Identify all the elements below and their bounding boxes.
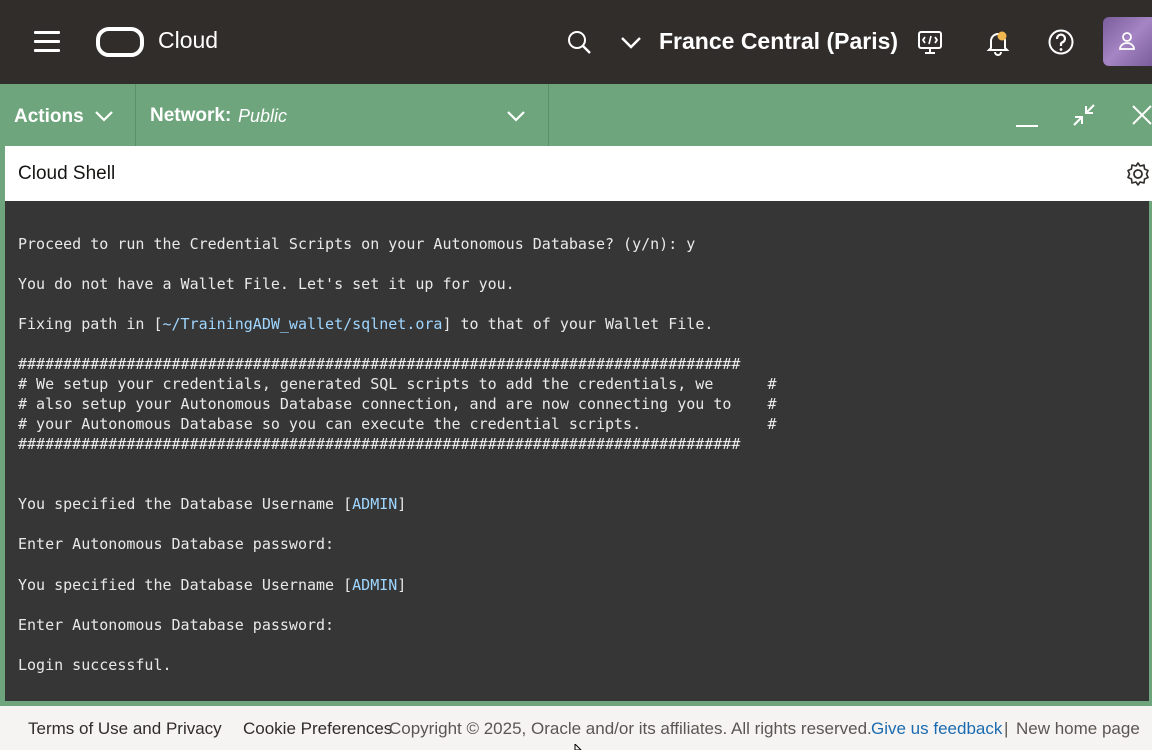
- copyright-text: Copyright © 2025, Oracle and/or its affi…: [389, 719, 872, 738]
- search-icon[interactable]: [566, 29, 592, 55]
- terminal-line: Enter Autonomous Database password:: [18, 535, 335, 553]
- cloud-shell-toolbar: Actions Network: Public: [0, 84, 1152, 146]
- terminal-line: You specified the Database Username [ADM…: [18, 495, 407, 513]
- cloud-shell-title: Cloud Shell: [18, 163, 116, 184]
- gear-icon[interactable]: [1125, 161, 1151, 187]
- terminal-line: You do not have a Wallet File. Let's set…: [18, 275, 515, 293]
- footer-separator: |: [1004, 719, 1009, 738]
- hamburger-menu-icon[interactable]: [34, 31, 60, 53]
- network-value: Public: [238, 106, 288, 126]
- terminal-line: ########################################…: [18, 435, 741, 453]
- region-selector[interactable]: France Central (Paris): [659, 28, 898, 55]
- terminal-line: You specified the Database Username [ADM…: [18, 576, 407, 594]
- terminal-line: Enter Autonomous Database password:: [18, 616, 335, 634]
- terminal-line: # We setup your credentials, generated S…: [18, 375, 777, 393]
- terminal-line: Fixing path in [~/TrainingADW_wallet/sql…: [18, 315, 714, 333]
- network-label: Network:: [150, 105, 232, 126]
- cloud-shell-icon[interactable]: [916, 28, 944, 56]
- chevron-down-icon[interactable]: [620, 31, 642, 53]
- minimize-icon[interactable]: [1014, 102, 1040, 128]
- feedback-link[interactable]: Give us feedback: [871, 719, 1002, 739]
- help-icon[interactable]: [1047, 28, 1075, 56]
- bell-icon[interactable]: [984, 28, 1012, 56]
- top-navigation-bar: Cloud France Central (Paris): [0, 0, 1152, 84]
- cloud-shell-panel: Actions Network: Public Cloud Shell Proc…: [0, 84, 1152, 706]
- terminal-line: Proceed to run the Credential Scripts on…: [18, 235, 696, 253]
- actions-label: Actions: [14, 106, 84, 127]
- terminal-line: # also setup your Autonomous Database co…: [18, 395, 777, 413]
- user-icon: [1119, 32, 1135, 50]
- oracle-logo-icon[interactable]: [96, 27, 144, 57]
- chevron-down-icon: [95, 111, 113, 122]
- close-icon[interactable]: [1129, 102, 1152, 128]
- terminal-line: ########################################…: [18, 355, 741, 373]
- restore-icon[interactable]: [1071, 102, 1097, 128]
- cookie-preferences-link[interactable]: Cookie Preferences: [243, 719, 392, 739]
- terminal-output[interactable]: Proceed to run the Credential Scripts on…: [5, 201, 1149, 701]
- terminal-line: Login successful.: [18, 656, 172, 674]
- cloud-shell-title-bar: Cloud Shell: [5, 146, 1152, 201]
- mouse-cursor-icon: [574, 744, 582, 750]
- network-selector[interactable]: Network: Public: [136, 84, 549, 146]
- terms-link[interactable]: Terms of Use and Privacy: [28, 719, 222, 739]
- avatar[interactable]: [1103, 17, 1152, 66]
- new-home-page-link[interactable]: New home page: [1016, 719, 1140, 739]
- chevron-down-icon: [507, 111, 525, 122]
- actions-menu-button[interactable]: Actions: [0, 84, 136, 146]
- brand-name[interactable]: Cloud: [158, 27, 218, 54]
- terminal-line: # your Autonomous Database so you can ex…: [18, 415, 777, 433]
